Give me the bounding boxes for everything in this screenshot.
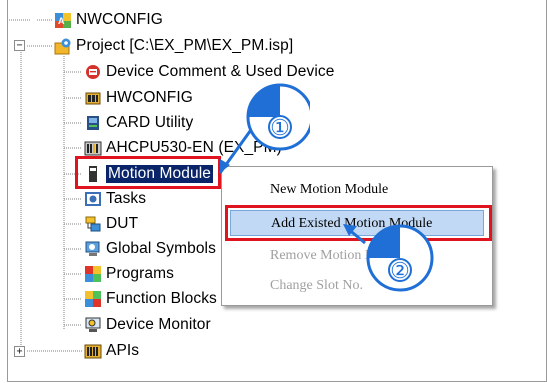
expand-toggle[interactable]: + [14,346,25,357]
tree-item-label: Device Monitor [106,316,211,333]
tree-item-label: HWCONFIG [106,89,193,106]
step-1-callout-icon [218,83,310,174]
card-utility-icon [84,114,102,132]
tree-item-label: DUT [106,215,139,232]
tree-item-label: Tasks [106,190,147,207]
tree-item-label: APIs [106,342,140,359]
tree-item-hwconfig[interactable]: HWCONFIG [84,87,193,109]
tree-item-project[interactable]: Project [C:\EX_PM\EX_PM.isp] [54,35,293,57]
project-icon [54,37,72,55]
tree-item-card-utility[interactable]: CARD Utility [84,112,193,134]
network-config-icon: A [54,11,72,29]
svg-text:A: A [58,16,65,26]
tree-item-global-symbols[interactable]: Global Symbols [84,238,216,260]
function-blocks-icon [84,290,102,308]
tree-item-label: Project [C:\EX_PM\EX_PM.isp] [76,37,294,54]
tree-item-label: Global Symbols [106,240,216,257]
global-symbols-icon [84,240,102,258]
apis-icon [84,342,102,360]
tree-item-programs[interactable]: Programs [84,263,174,285]
tasks-icon [84,190,102,208]
collapse-toggle[interactable]: − [14,40,25,51]
tree-item-label: CARD Utility [106,114,194,131]
step-2-number: ② [390,258,410,283]
tree-item-apis[interactable]: APIs [84,340,139,362]
device-comment-icon [84,63,102,81]
tree-item-nwconfig[interactable]: A NWCONFIG [54,9,163,31]
tree-item-device-monitor[interactable]: Device Monitor [84,314,211,336]
tree-item-label: Programs [106,265,174,282]
dut-icon [84,215,102,233]
step-1-number: ① [270,115,290,140]
tree-item-dut[interactable]: DUT [84,213,138,235]
tree-item-label: Function Blocks [106,290,217,307]
tree-item-function-blocks[interactable]: Function Blocks [84,288,217,310]
cpu-module-icon [84,139,102,157]
tree-item-label: NWCONFIG [76,11,163,28]
programs-icon [84,265,102,283]
hardware-config-icon [84,89,102,107]
device-monitor-icon [84,316,102,334]
tree-item-tasks[interactable]: Tasks [84,188,146,210]
